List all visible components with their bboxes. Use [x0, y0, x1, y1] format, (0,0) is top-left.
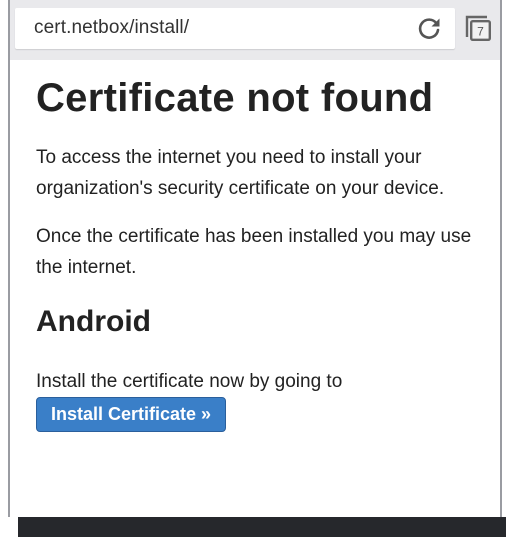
bottom-bar [18, 517, 506, 537]
address-bar[interactable]: cert.netbox/install/ [15, 8, 455, 49]
install-certificate-button[interactable]: Install Certificate » [36, 397, 227, 432]
browser-frame: cert.netbox/install/ 7 Certificate not f… [8, 0, 502, 517]
tabs-icon[interactable]: 7 [463, 13, 493, 43]
reload-icon[interactable] [415, 14, 443, 42]
url-text[interactable]: cert.netbox/install/ [34, 17, 189, 39]
info-paragraph: Once the certificate has been installed … [36, 226, 472, 278]
intro-paragraph: To access the internet you need to insta… [36, 147, 445, 199]
page-content: Certificate not found To access the inte… [36, 60, 498, 432]
section-title-android: Android [36, 305, 151, 338]
page-title: Certificate not found [36, 76, 434, 120]
tab-count: 7 [477, 25, 484, 39]
browser-toolbar: cert.netbox/install/ 7 [10, 0, 500, 60]
instruction-paragraph: Install the certificate now by going to [36, 371, 343, 392]
